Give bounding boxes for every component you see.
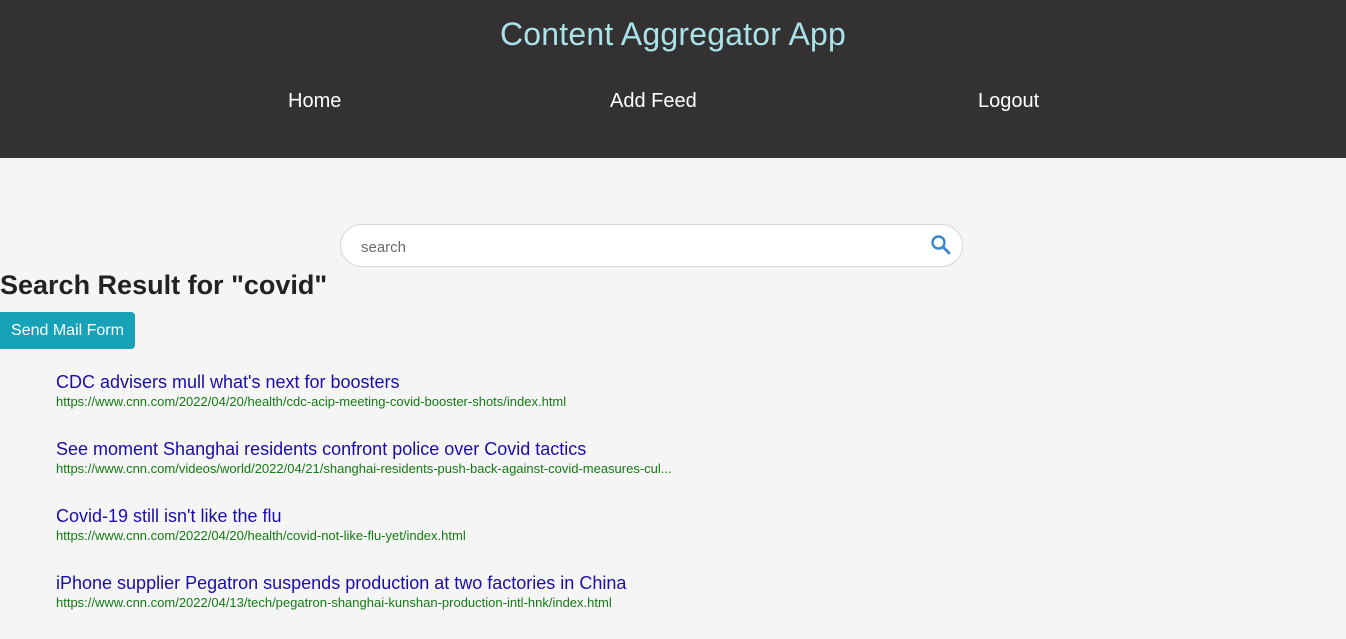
- app-title: Content Aggregator App: [500, 16, 846, 52]
- nav-add-feed-link[interactable]: Add Feed: [610, 90, 697, 113]
- nav-home-link[interactable]: Home: [288, 90, 341, 113]
- search-bar: [340, 224, 963, 267]
- result-url: https://www.cnn.com/2022/04/13/tech/pega…: [56, 595, 612, 610]
- app-header: Content Aggregator App Home Add Feed Log…: [0, 0, 1346, 158]
- result-title-link[interactable]: iPhone supplier Pegatron suspends produc…: [56, 572, 756, 594]
- search-input[interactable]: [359, 231, 923, 263]
- result-title-link[interactable]: CDC advisers mull what's next for booste…: [56, 371, 756, 393]
- send-mail-form-button[interactable]: Send Mail Form: [0, 312, 135, 349]
- result-url: https://www.cnn.com/2022/04/20/health/co…: [56, 528, 466, 543]
- result-item: Covid-19 still isn't like the flu https:…: [56, 505, 756, 572]
- result-item: CDC advisers mull what's next for booste…: [56, 371, 756, 438]
- result-item: iPhone supplier Pegatron suspends produc…: [56, 572, 756, 639]
- search-result-heading: Search Result for "covid": [0, 270, 328, 300]
- result-url: https://www.cnn.com/videos/world/2022/04…: [56, 461, 672, 476]
- result-item: See moment Shanghai residents confront p…: [56, 438, 756, 505]
- result-title-link[interactable]: Covid-19 still isn't like the flu: [56, 505, 756, 527]
- nav-logout-link[interactable]: Logout: [978, 90, 1039, 113]
- search-icon[interactable]: [930, 234, 952, 256]
- result-url: https://www.cnn.com/2022/04/20/health/cd…: [56, 394, 567, 409]
- result-title-link[interactable]: See moment Shanghai residents confront p…: [56, 438, 756, 460]
- results-list: CDC advisers mull what's next for booste…: [56, 371, 756, 639]
